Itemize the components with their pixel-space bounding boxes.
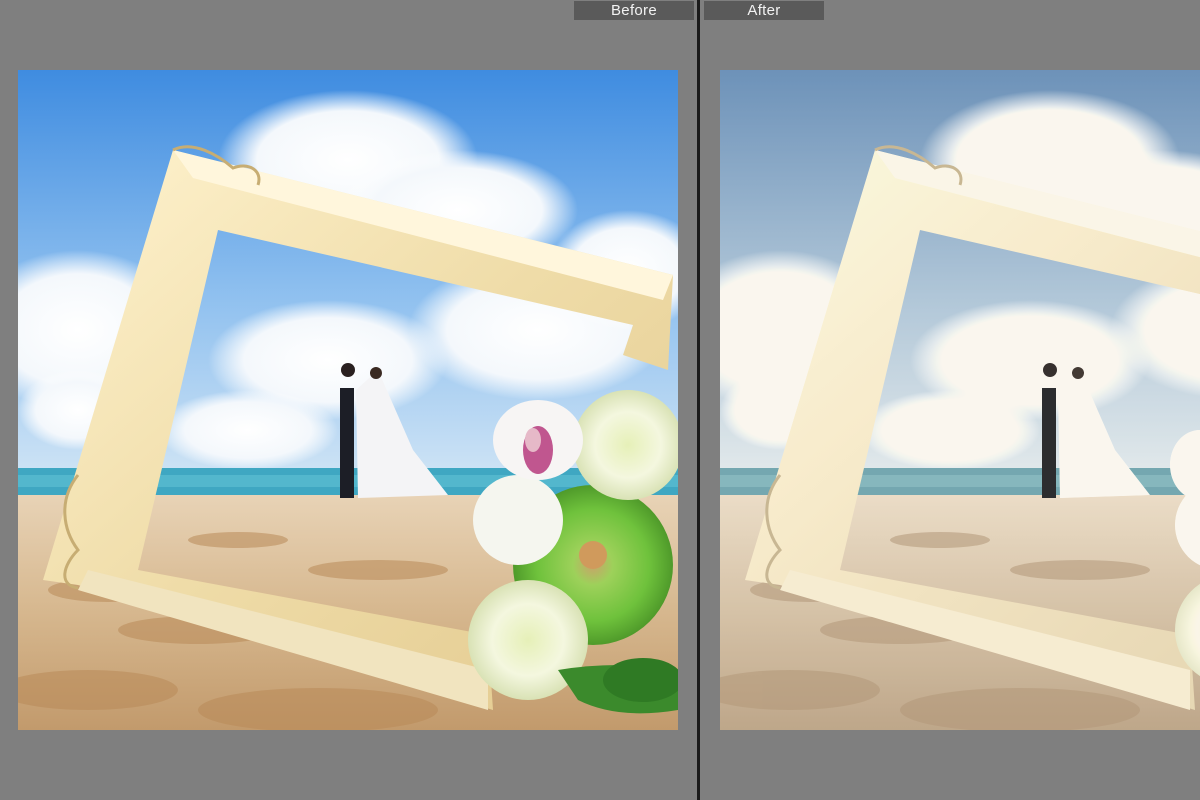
photo-scene <box>18 70 678 730</box>
after-photo[interactable] <box>720 70 1200 730</box>
before-label: Before <box>574 1 694 20</box>
after-label: After <box>704 1 824 20</box>
before-photo[interactable] <box>18 70 678 730</box>
bouquet <box>468 390 678 714</box>
before-pane: Before <box>0 0 697 800</box>
before-after-compare-view: Before After <box>0 0 1200 800</box>
photo-scene <box>720 70 1200 730</box>
after-pane: After <box>700 0 1200 800</box>
